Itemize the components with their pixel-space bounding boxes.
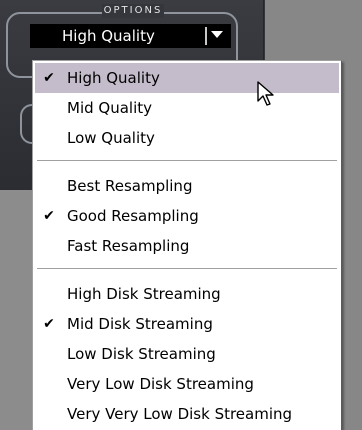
menu-item-low-quality[interactable]: Low Quality	[35, 123, 339, 153]
check-icon: ✔	[43, 316, 55, 332]
menu-item-good-resampling[interactable]: ✔ Good Resampling	[35, 201, 339, 231]
menu-item-label: Low Disk Streaming	[67, 345, 216, 363]
quality-select[interactable]: High Quality	[30, 24, 231, 48]
options-dropdown-menu: ✔ High Quality Mid Quality Low Quality B…	[32, 60, 342, 430]
menu-item-high-disk-streaming[interactable]: High Disk Streaming	[35, 279, 339, 309]
check-icon: ✔	[43, 70, 55, 86]
options-label: OPTIONS	[102, 4, 164, 18]
menu-item-label: Very Low Disk Streaming	[67, 375, 254, 393]
quality-select-value: High Quality	[62, 27, 155, 45]
menu-item-label: Best Resampling	[67, 177, 193, 195]
menu-item-very-very-low-disk-streaming[interactable]: Very Very Low Disk Streaming	[35, 399, 339, 429]
menu-item-best-resampling[interactable]: Best Resampling	[35, 171, 339, 201]
menu-item-label: High Disk Streaming	[67, 285, 221, 303]
menu-separator	[37, 268, 337, 270]
menu-item-mid-quality[interactable]: Mid Quality	[35, 93, 339, 123]
menu-item-label: Mid Disk Streaming	[67, 315, 213, 333]
check-icon: ✔	[43, 208, 55, 224]
menu-separator	[37, 160, 337, 162]
menu-item-label: High Quality	[67, 69, 160, 87]
menu-item-fast-resampling[interactable]: Fast Resampling	[35, 231, 339, 261]
menu-item-label: Good Resampling	[67, 207, 199, 225]
menu-item-high-quality[interactable]: ✔ High Quality	[35, 63, 339, 93]
menu-item-mid-disk-streaming[interactable]: ✔ Mid Disk Streaming	[35, 309, 339, 339]
select-divider	[205, 27, 207, 45]
menu-item-very-low-disk-streaming[interactable]: Very Low Disk Streaming	[35, 369, 339, 399]
menu-item-label: Mid Quality	[67, 99, 152, 117]
menu-item-label: Fast Resampling	[67, 237, 190, 255]
chevron-down-icon[interactable]	[211, 31, 223, 38]
menu-item-label: Very Very Low Disk Streaming	[67, 405, 293, 423]
mouse-cursor-icon	[257, 81, 274, 106]
menu-item-label: Low Quality	[67, 129, 155, 147]
menu-item-low-disk-streaming[interactable]: Low Disk Streaming	[35, 339, 339, 369]
